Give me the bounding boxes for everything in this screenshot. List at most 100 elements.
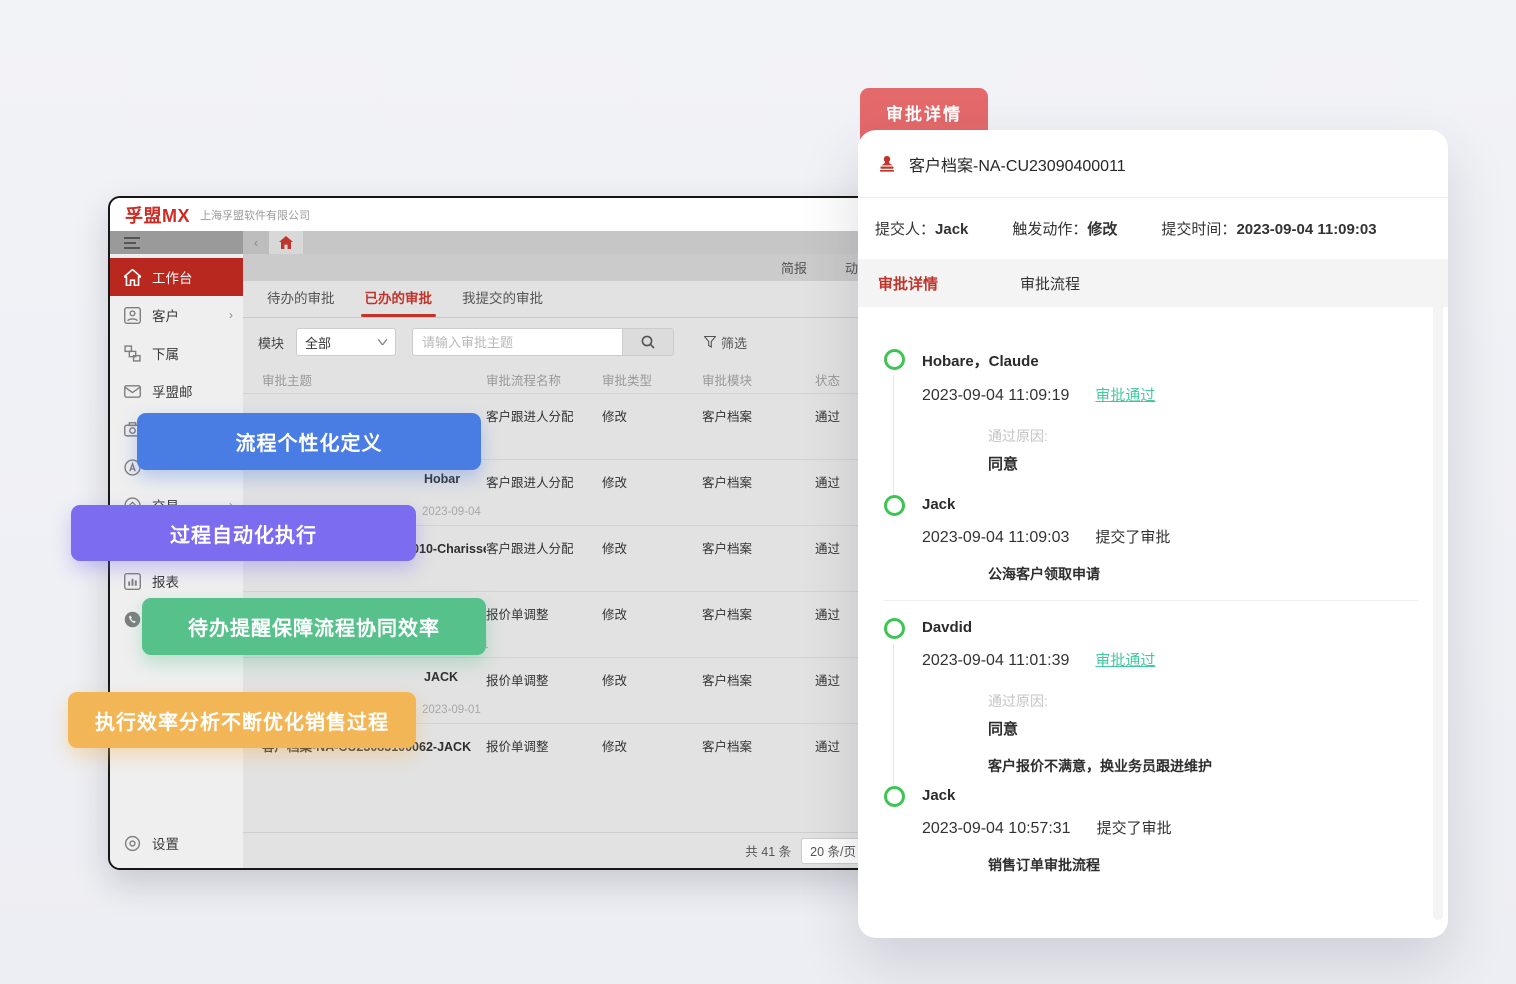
sidebar-item-subordinates[interactable]: 下属 [110,334,243,372]
pagination-bar: 共 41 条 20 条/页 [243,832,885,868]
stamp-icon [878,155,896,173]
col-header-type: 审批类型 [602,370,702,389]
nav-back-button[interactable]: ‹ [243,231,269,254]
home-icon [279,236,293,249]
sidebar-collapse-bar [110,231,243,254]
callout-process-customization: 流程个性化定义 [137,413,481,470]
person-icon [124,307,141,324]
tab-strip: ‹ [243,231,885,254]
sidebar-item-reports[interactable]: 报表 [110,562,243,600]
search-input[interactable] [412,328,622,356]
panel-tab-detail[interactable]: 审批详情 [878,273,938,294]
panel-scrollbar[interactable] [1433,290,1443,920]
row-type: 修改 [602,670,702,689]
submitted-text: 提交了审批 [1095,526,1170,547]
row-flow: 报价单调整 [486,736,602,755]
timeline-connector [893,644,894,790]
approval-passed-link[interactable]: 审批通过 [1095,384,1155,405]
sidebar-item-settings[interactable]: 设置 [110,824,243,862]
col-header-flow-name: 审批流程名称 [486,370,602,389]
row-title: JACK [262,670,486,684]
tab-pending-approvals[interactable]: 待办的审批 [267,287,335,317]
row-flow: 客户跟进人分配 [486,472,602,491]
timeline-node-icon [884,495,905,516]
row-module: 客户档案 [702,670,815,689]
toolbar-link-brief[interactable]: 简报 [781,258,807,277]
approval-passed-link[interactable]: 审批通过 [1095,649,1155,670]
hamburger-menu-icon[interactable] [124,237,140,249]
reason-label: 通过原因: [988,426,1418,446]
search-button[interactable] [622,328,674,356]
row-module: 客户档案 [702,406,815,425]
row-type: 修改 [602,604,702,623]
total-count: 共 41 条 [745,841,791,860]
sidebar-item-label: 客户 [152,305,179,325]
panel-tab-flow[interactable]: 审批流程 [1020,273,1080,294]
approval-note: 客户报价不满意，换业务员跟进维护 [988,756,1418,776]
gear-icon [124,835,141,852]
panel-meta: 提交人：Jack 触发动作：修改 提交时间：2023-09-04 11:09:0… [858,198,1448,260]
timeline-entry: Hobare，Claude 2023-09-04 11:09:19 审批通过 通… [884,349,1418,495]
approval-time: 2023-09-04 11:09:19 [922,387,1069,405]
reason-value: 同意 [988,718,1418,739]
funnel-icon [704,336,716,348]
row-flow: 报价单调整 [486,670,602,689]
row-flow: 客户跟进人分配 [486,406,602,425]
submitted-text: 提交了审批 [1097,817,1172,838]
approval-time: 2023-09-04 11:09:03 [922,529,1069,547]
callout-efficiency-analysis: 执行效率分析不断优化销售过程 [68,692,416,748]
reason-value: 同意 [988,453,1418,474]
timeline-group-divider [884,600,1418,601]
timeline-entry: Davdid 2023-09-04 11:01:39 审批通过 通过原因: 同意… [884,618,1418,786]
sidebar-item-label: 下属 [152,343,179,363]
sidebar-item-customers[interactable]: 客户 › [110,296,243,334]
sidebar-item-workbench[interactable]: 工作台 [110,258,243,296]
timeline-node-icon [884,786,905,807]
sidebar: 工作台 客户 › 下属 孚盟邮 [110,254,243,868]
row-type: 修改 [602,472,702,491]
module-label: 模块 [258,333,284,352]
panel-header: 客户档案-NA-CU23090400011 [858,130,1448,198]
callout-todo-reminder: 待办提醒保障流程协同效率 [142,598,486,655]
module-select[interactable]: 全部 [296,328,396,356]
row-flow: 客户跟进人分配 [486,538,602,557]
home-tab[interactable] [269,231,303,254]
row-module: 客户档案 [702,538,815,557]
chevron-right-icon: › [229,308,233,322]
content-toolbar: 简报 动态 [243,254,885,281]
submitter-name: Jack [922,786,1418,804]
company-name: 上海孚盟软件有限公司 [200,207,310,223]
row-type: 修改 [602,538,702,557]
timeline-node-icon [884,618,905,639]
org-chart-icon [124,345,141,362]
page-size-value: 20 条/页 [810,841,856,860]
sidebar-item-label: 工作台 [152,267,193,287]
approval-timeline: Hobare，Claude 2023-09-04 11:09:19 审批通过 通… [858,307,1448,895]
home-icon [124,269,141,286]
callout-process-automation: 过程自动化执行 [71,505,416,561]
row-flow: 报价单调整 [486,604,602,623]
module-select-value: 全部 [305,333,331,352]
mail-icon [124,383,141,400]
submit-time: 提交时间：2023-09-04 11:09:03 [1161,218,1376,239]
approval-doc-title: 客户档案-NA-CU23090400011 [909,152,1126,176]
filter-toggle[interactable]: 筛选 [704,333,747,352]
tab-processed-approvals[interactable]: 已办的审批 [365,287,433,317]
submitter-name: Jack [922,495,1418,513]
app-logo: 孚盟MX [125,202,190,228]
col-header-module: 审批模块 [702,370,815,389]
row-title: Hobar [262,472,486,486]
approval-time: 2023-09-04 11:01:39 [922,652,1069,670]
table-header: 审批主题 审批流程名称 审批类型 审批模块 状态 [243,366,885,393]
bar-chart-icon [124,573,141,590]
window-header: 孚盟MX 上海孚盟软件有限公司 [110,198,885,231]
tab-my-submitted-approvals[interactable]: 我提交的审批 [462,287,543,317]
approval-time: 2023-09-04 10:57:31 [922,820,1071,838]
approval-detail-panel: 客户档案-NA-CU23090400011 提交人：Jack 触发动作：修改 提… [858,130,1448,938]
reason-label: 通过原因: [988,691,1418,711]
row-module: 客户档案 [702,736,815,755]
sidebar-item-mail[interactable]: 孚盟邮 [110,372,243,410]
chevron-down-icon [378,339,387,345]
approval-tabs: 待办的审批 已办的审批 我提交的审批 [243,281,885,318]
sidebar-item-label: 设置 [152,833,179,853]
